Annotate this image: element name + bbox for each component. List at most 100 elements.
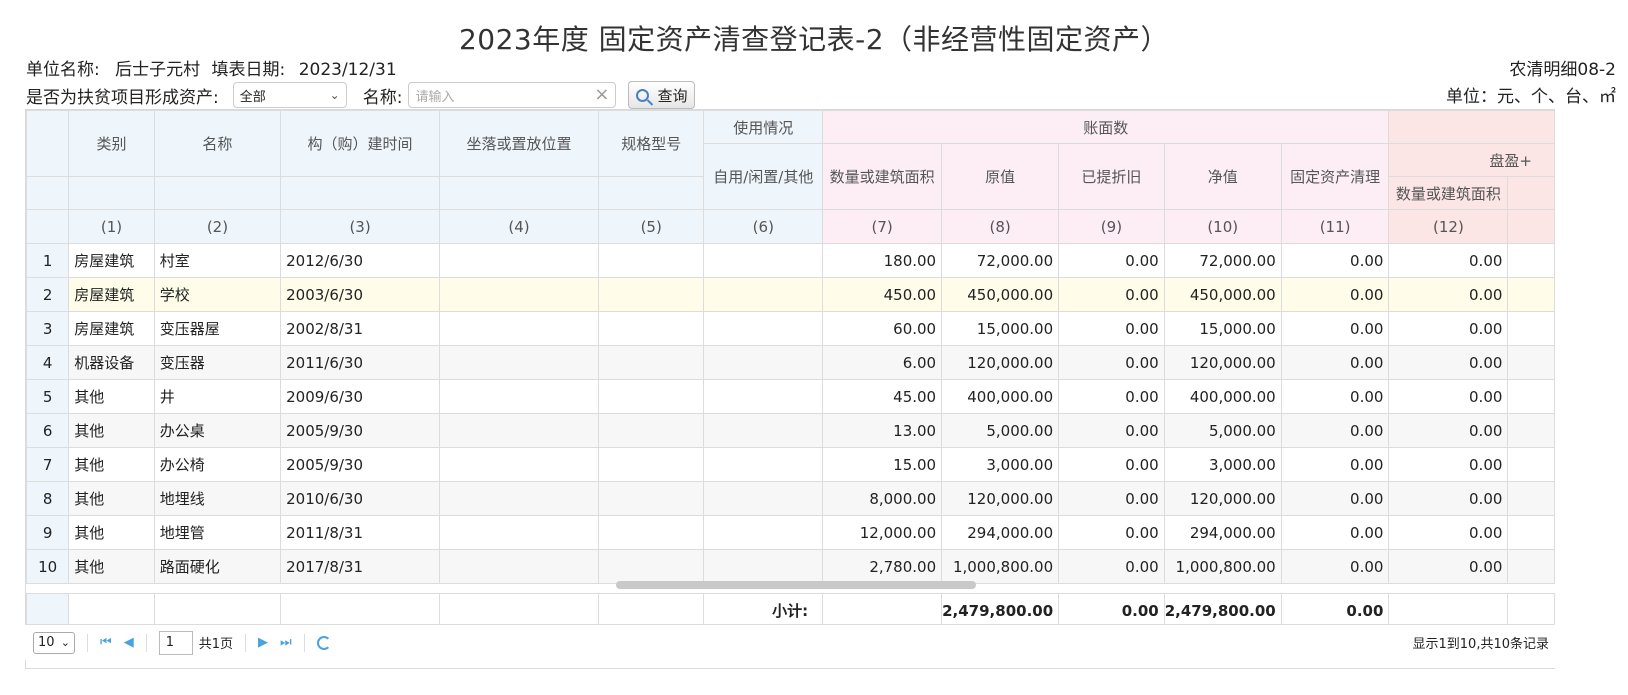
cell-quantity: 2,780.00 xyxy=(822,549,943,584)
clear-icon[interactable]: × xyxy=(594,86,609,104)
cell-quantity: 45.00 xyxy=(822,379,943,414)
table-row[interactable]: 4 机器设备 变压器 2011/6/30 6.00 120,000.00 0.0… xyxy=(26,345,1555,380)
cell-location xyxy=(439,311,599,346)
name-search-placeholder: 请输入 xyxy=(415,89,455,105)
header-location[interactable]: 坐落或置放位置 xyxy=(439,110,599,177)
cell-usage xyxy=(703,515,824,550)
table-row[interactable]: 5 其他 井 2009/6/30 45.00 400,000.00 0.00 4… xyxy=(26,379,1555,414)
colnum: (5) xyxy=(597,209,705,244)
unit-value: 后士子元村 xyxy=(115,60,201,80)
current-page-input[interactable]: 1 xyxy=(158,630,193,655)
cell-date: 2011/6/30 xyxy=(280,345,441,380)
table-row[interactable]: 8 其他 地埋线 2010/6/30 8,000.00 120,000.00 0… xyxy=(26,481,1555,516)
colnum: (12) xyxy=(1388,209,1509,244)
cell-original: 294,000.00 xyxy=(941,515,1060,550)
subtotal-depreciation: 0.00 xyxy=(1058,593,1165,628)
header-book-group: 账面数 xyxy=(822,110,1390,144)
cell-quantity: 12,000.00 xyxy=(822,515,943,550)
cell-name: 地埋线 xyxy=(153,481,282,516)
row-number: 5 xyxy=(26,379,70,414)
cell-usage xyxy=(703,311,824,346)
colnum: (7) xyxy=(822,209,943,244)
table-row[interactable]: 3 房屋建筑 变压器屋 2002/8/31 60.00 15,000.00 0.… xyxy=(26,311,1555,346)
cell-name: 学校 xyxy=(153,277,282,312)
colnum: (4) xyxy=(439,209,599,244)
table-row[interactable]: 1 房屋建筑 村室 2012/6/30 180.00 72,000.00 0.0… xyxy=(26,243,1555,278)
header-location-spacer xyxy=(439,176,599,210)
table-row[interactable]: 2 房屋建筑 学校 2003/6/30 450.00 450,000.00 0.… xyxy=(26,277,1555,312)
subtotal-extra xyxy=(1507,593,1555,628)
cell-extra xyxy=(1507,277,1555,312)
header-usage[interactable]: 自用/闲置/其他 xyxy=(703,143,824,210)
next-page-icon[interactable]: ▶ xyxy=(258,635,268,650)
header-quantity[interactable]: 数量或建筑面积 xyxy=(822,143,943,210)
column-number-row: (1) (2) (3) (4) (5) (6) (7) (8) (9) (10)… xyxy=(26,209,1555,244)
name-search-input[interactable]: 请输入 × xyxy=(408,82,617,108)
query-button[interactable]: 查询 xyxy=(628,81,696,109)
cell-name: 村室 xyxy=(153,243,282,278)
cell-name: 办公椅 xyxy=(153,447,282,482)
cell-surplus-qty: 0.00 xyxy=(1388,345,1509,380)
cell-depreciation: 0.00 xyxy=(1058,243,1165,278)
subtotal-empty xyxy=(68,593,155,628)
subtotal-empty xyxy=(280,593,441,628)
cell-location xyxy=(439,277,599,312)
cell-cleanup: 0.00 xyxy=(1280,379,1390,414)
poverty-filter-select[interactable]: 全部 ⌄ xyxy=(232,82,347,108)
prev-page-icon[interactable]: ◀ xyxy=(124,635,134,650)
first-page-icon[interactable]: ⏮ xyxy=(100,635,112,650)
header-surplus-qty[interactable]: 数量或建筑面积 xyxy=(1388,176,1509,210)
colnum: (2) xyxy=(153,209,282,244)
cell-cleanup: 0.00 xyxy=(1280,481,1390,516)
chevron-down-icon: ⌄ xyxy=(329,88,340,102)
header-name[interactable]: 名称 xyxy=(153,110,282,177)
page-size-select[interactable]: 10 ⌄ xyxy=(33,631,75,654)
cell-net: 294,000.00 xyxy=(1163,515,1282,550)
unit-info: 单位名称: 后士子元村 填表日期: 2023/12/31 xyxy=(26,55,397,80)
cell-date: 2005/9/30 xyxy=(280,413,441,448)
cell-original: 72,000.00 xyxy=(941,243,1060,278)
cell-location xyxy=(439,447,599,482)
header-cleanup[interactable]: 固定资产清理 xyxy=(1280,143,1390,210)
pagination-bar: 10 ⌄ ⏮ ◀ 1 共1页 ▶ ⏭ 显示1到10,共10条记录 xyxy=(25,624,1555,660)
cell-extra xyxy=(1507,379,1555,414)
cell-category: 房屋建筑 xyxy=(68,277,155,312)
row-number: 8 xyxy=(26,481,70,516)
name-filter-label: 名称: xyxy=(362,87,403,108)
asset-table-grid: 类别 名称 构（购）建时间 坐落或置放位置 规格型号 使用情况 账面数 自用/闲… xyxy=(26,110,1555,628)
header-spec[interactable]: 规格型号 xyxy=(597,110,705,177)
refresh-icon[interactable] xyxy=(316,635,331,650)
cell-name: 变压器 xyxy=(153,345,282,380)
last-page-icon[interactable]: ⏭ xyxy=(280,635,292,650)
header-category[interactable]: 类别 xyxy=(68,110,155,177)
subtotal-row: 小计: 2,479,800.00 0.00 2,479,800.00 0.00 xyxy=(26,593,1555,628)
table-row[interactable]: 9 其他 地埋管 2011/8/31 12,000.00 294,000.00 … xyxy=(26,515,1555,550)
table-row[interactable]: 10 其他 路面硬化 2017/8/31 2,780.00 1,000,800.… xyxy=(26,549,1555,584)
cell-cleanup: 0.00 xyxy=(1280,243,1390,278)
header-surplus-toggle[interactable]: 盘盈+ xyxy=(1388,143,1555,177)
expand-icon: + xyxy=(1519,151,1532,170)
cell-extra xyxy=(1507,311,1555,346)
table-row[interactable]: 6 其他 办公桌 2005/9/30 13.00 5,000.00 0.00 5… xyxy=(26,413,1555,448)
row-number: 4 xyxy=(26,345,70,380)
date-value: 2023/12/31 xyxy=(298,60,397,80)
cell-net: 120,000.00 xyxy=(1163,345,1282,380)
header-build-time[interactable]: 构（购）建时间 xyxy=(280,110,441,177)
cell-cleanup: 0.00 xyxy=(1280,311,1390,346)
horizontal-scrollbar[interactable] xyxy=(616,581,976,589)
cell-surplus-qty: 0.00 xyxy=(1388,447,1509,482)
asset-table: 类别 名称 构（购）建时间 坐落或置放位置 规格型号 使用情况 账面数 自用/闲… xyxy=(25,109,1555,669)
cell-quantity: 6.00 xyxy=(822,345,943,380)
header-depreciation[interactable]: 已提折旧 xyxy=(1058,143,1165,210)
colnum: (10) xyxy=(1163,209,1282,244)
cell-category: 其他 xyxy=(68,413,155,448)
header-spec-spacer xyxy=(597,176,705,210)
cell-location xyxy=(439,413,599,448)
cell-category: 其他 xyxy=(68,447,155,482)
header-original[interactable]: 原值 xyxy=(941,143,1060,210)
table-row[interactable]: 7 其他 办公椅 2005/9/30 15.00 3,000.00 0.00 3… xyxy=(26,447,1555,482)
header-net[interactable]: 净值 xyxy=(1163,143,1282,210)
cell-location xyxy=(439,379,599,414)
page-title: 2023年度 固定资产清查登记表-2（非经营性固定资产） xyxy=(458,23,1170,56)
cell-name: 井 xyxy=(153,379,282,414)
